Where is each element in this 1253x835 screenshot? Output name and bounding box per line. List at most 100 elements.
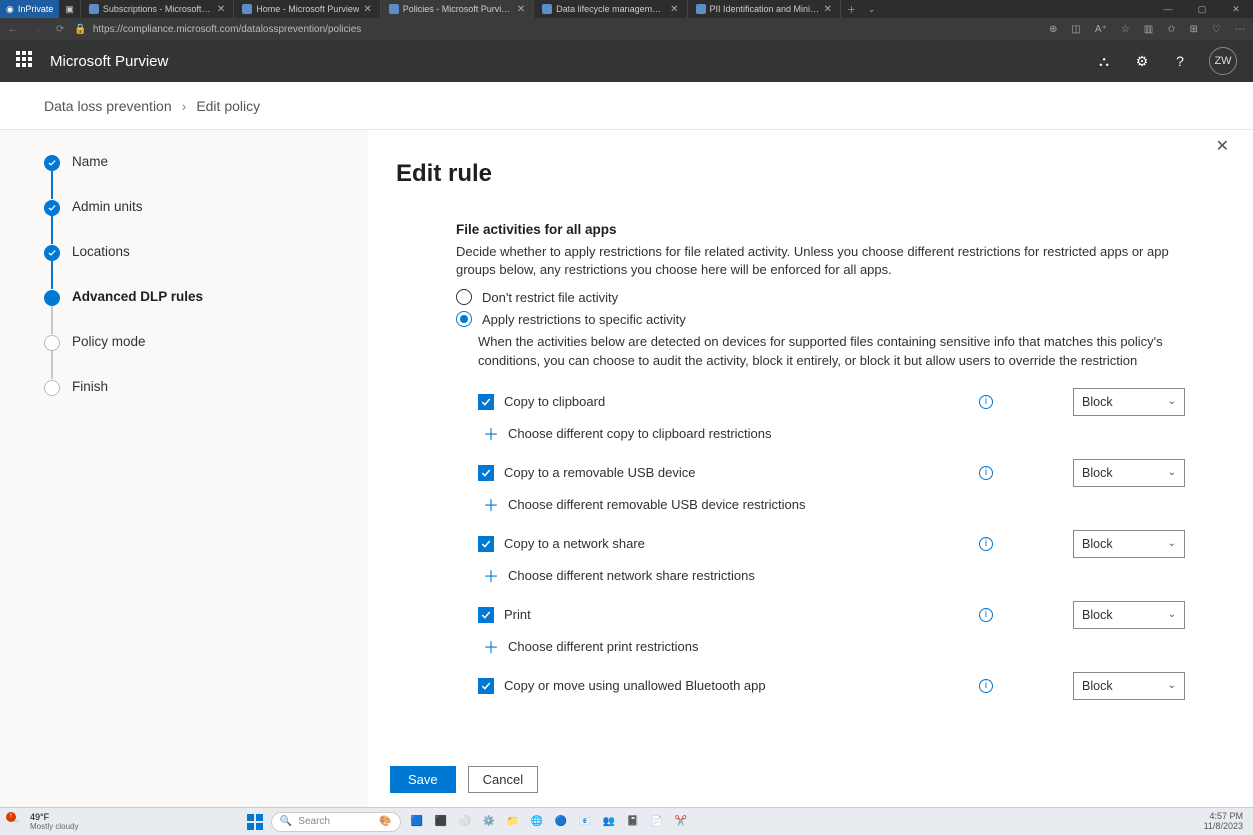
checkbox-checked-icon[interactable] <box>478 394 494 410</box>
info-icon[interactable]: i <box>979 466 993 480</box>
settings-menu-icon[interactable]: ⋯ <box>1235 24 1245 35</box>
action-dropdown[interactable]: Block⌄ <box>1073 601 1185 629</box>
chrome-icon[interactable]: 🔵 <box>551 812 571 832</box>
activity-copy-clipboard: Copy to clipboard i Block⌄ <box>478 388 1185 416</box>
explorer-icon[interactable]: 📁 <box>503 812 523 832</box>
favorite-icon[interactable]: ☆ <box>1121 24 1130 35</box>
checkbox-checked-icon[interactable] <box>478 465 494 481</box>
app-icon[interactable]: ⚙️ <box>479 812 499 832</box>
person-icon: ◉ <box>6 4 14 15</box>
browser-essentials-icon[interactable]: ♡ <box>1212 24 1221 35</box>
task-view-icon[interactable]: ⬛ <box>431 812 451 832</box>
info-icon[interactable]: i <box>979 537 993 551</box>
action-dropdown[interactable]: Block⌄ <box>1073 672 1185 700</box>
favorites-bar-icon[interactable]: ✩ <box>1167 24 1175 35</box>
sublink-usb[interactable]: ＋Choose different removable USB device r… <box>484 497 1185 512</box>
snip-icon[interactable]: ✂️ <box>671 812 691 832</box>
step-finish[interactable]: Finish <box>44 379 324 424</box>
close-window-button[interactable]: ✕ <box>1219 0 1253 18</box>
app-icon[interactable]: ⚪ <box>455 812 475 832</box>
collections-icon[interactable]: ⊞ <box>1190 24 1198 35</box>
close-panel-button[interactable]: ✕ <box>1216 136 1229 156</box>
action-dropdown[interactable]: Block⌄ <box>1073 530 1185 558</box>
app-title: Microsoft Purview <box>50 53 168 70</box>
avatar[interactable]: ZW <box>1209 47 1237 75</box>
chevron-down-icon: ⌄ <box>1168 609 1176 620</box>
edge-icon[interactable]: 🌐 <box>527 812 547 832</box>
radio-icon[interactable] <box>456 289 472 305</box>
sublink-clipboard[interactable]: ＋Choose different copy to clipboard rest… <box>484 426 1185 441</box>
help-icon[interactable]: ? <box>1171 52 1189 70</box>
save-button[interactable]: Save <box>390 766 456 793</box>
gear-icon[interactable]: ⚙ <box>1133 52 1151 70</box>
start-button[interactable] <box>245 812 265 832</box>
browser-tab[interactable]: Data lifecycle management - M…✕ <box>534 0 687 18</box>
close-icon[interactable]: ✕ <box>824 4 832 15</box>
checkbox-checked-icon[interactable] <box>478 607 494 623</box>
radio-apply-restrictions[interactable]: Apply restrictions to specific activity <box>456 311 1185 327</box>
copilot-icon[interactable]: 🟦 <box>407 812 427 832</box>
windows-taskbar: ☁️! 49°F Mostly cloudy 🔍 Search 🎨 🟦 ⬛ ⚪ … <box>0 807 1253 835</box>
info-icon[interactable]: i <box>979 608 993 622</box>
teams-icon[interactable]: 👥 <box>599 812 619 832</box>
cancel-button[interactable]: Cancel <box>468 766 538 793</box>
browser-tab[interactable]: Home - Microsoft Purview✕ <box>234 0 380 18</box>
zoom-icon[interactable]: ⊕ <box>1049 24 1057 35</box>
back-button[interactable]: ← <box>8 24 18 35</box>
info-icon[interactable]: i <box>979 395 993 409</box>
step-advanced-dlp-rules[interactable]: Advanced DLP rules <box>44 289 324 334</box>
chevron-down-icon: ⌄ <box>1168 680 1176 691</box>
browser-tab-active[interactable]: Policies - Microsoft Purview✕ <box>381 0 534 18</box>
step-admin-units[interactable]: Admin units <box>44 199 324 244</box>
tab-window-list-icon[interactable]: ▣ <box>59 0 81 18</box>
forward-button[interactable]: → <box>32 24 42 35</box>
step-locations[interactable]: Locations <box>44 244 324 289</box>
graph-icon[interactable]: ⛬ <box>1095 52 1113 70</box>
taskbar-search[interactable]: 🔍 Search 🎨 <box>271 812 401 832</box>
edit-rule-panel: ✕ Edit rule File activities for all apps… <box>368 130 1253 807</box>
url-field[interactable]: 🔒 https://compliance.microsoft.com/datal… <box>74 24 1039 35</box>
checkbox-checked-icon[interactable] <box>478 678 494 694</box>
address-bar: ← → ⟳ 🔒 https://compliance.microsoft.com… <box>0 18 1253 40</box>
favicon-icon <box>389 4 399 14</box>
step-name[interactable]: Name <box>44 154 324 199</box>
step-policy-mode[interactable]: Policy mode <box>44 334 324 379</box>
close-icon[interactable]: ✕ <box>517 4 525 15</box>
activity-bluetooth: Copy or move using unallowed Bluetooth a… <box>478 672 1185 700</box>
close-icon[interactable]: ✕ <box>363 4 371 15</box>
sublink-network[interactable]: ＋Choose different network share restrict… <box>484 568 1185 583</box>
search-highlight-icon: 🎨 <box>379 816 391 827</box>
panel-scroll-area[interactable]: File activities for all apps Decide whet… <box>396 210 1213 751</box>
radio-dont-restrict[interactable]: Don't restrict file activity <box>456 289 1185 305</box>
outlook-icon[interactable]: 📧 <box>575 812 595 832</box>
breadcrumb-root[interactable]: Data loss prevention <box>44 98 172 114</box>
checkbox-checked-icon[interactable] <box>478 536 494 552</box>
action-dropdown[interactable]: Block⌄ <box>1073 459 1185 487</box>
read-aloud-icon[interactable]: A⁺ <box>1095 24 1107 35</box>
action-dropdown[interactable]: Block⌄ <box>1073 388 1185 416</box>
sublink-print[interactable]: ＋Choose different print restrictions <box>484 639 1185 654</box>
word-icon[interactable]: 📄 <box>647 812 667 832</box>
browser-tab-bar: ◉ InPrivate ▣ Subscriptions - Microsoft … <box>0 0 1253 18</box>
browser-tab[interactable]: Subscriptions - Microsoft 365 a…✕ <box>81 0 234 18</box>
shopping-icon[interactable]: ◫ <box>1071 24 1080 35</box>
radio-selected-icon[interactable] <box>456 311 472 327</box>
weather-widget[interactable]: ☁️! 49°F Mostly cloudy <box>0 812 78 831</box>
browser-tab[interactable]: PII Identification and Minimizat…✕ <box>688 0 841 18</box>
new-tab-button[interactable]: ＋ <box>841 0 862 18</box>
onenote-icon[interactable]: 📓 <box>623 812 643 832</box>
split-screen-icon[interactable]: ▥ <box>1144 24 1153 35</box>
system-tray[interactable]: 4:57 PM 11/8/2023 <box>1204 812 1253 832</box>
close-icon[interactable]: ✕ <box>670 4 678 15</box>
refresh-button[interactable]: ⟳ <box>56 24 64 35</box>
app-launcher-icon[interactable] <box>16 51 36 71</box>
favicon-icon <box>242 4 252 14</box>
close-icon[interactable]: ✕ <box>217 4 225 15</box>
section-title: File activities for all apps <box>456 222 1185 237</box>
minimize-button[interactable]: — <box>1151 0 1185 18</box>
info-icon[interactable]: i <box>979 679 993 693</box>
tabs-dropdown-icon[interactable]: ⌄ <box>862 0 882 18</box>
activity-print: Print i Block⌄ <box>478 601 1185 629</box>
chevron-down-icon: ⌄ <box>1168 467 1176 478</box>
maximize-button[interactable]: ▢ <box>1185 0 1219 18</box>
